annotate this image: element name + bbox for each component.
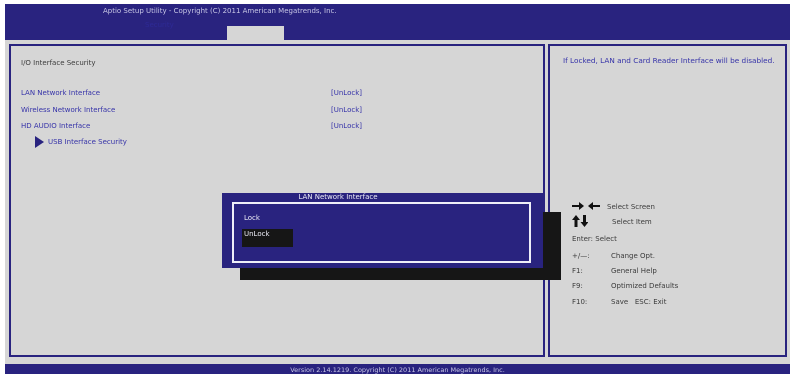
version-footer: Version 2.14.1219. Copyright (C) 2011 Am… [290,366,505,374]
general-help-key: F1: [572,267,583,275]
select-item-label: Select Item [612,218,652,226]
up-down-arrows-icon [572,215,588,227]
change-opt-key: +/—: [572,252,590,260]
select-screen-label: Select Screen [607,203,655,211]
usb-interface-security-link[interactable]: USB Interface Security [48,138,127,146]
hd-audio-interface-label[interactable]: HD AUDIO Interface [21,122,90,130]
left-right-arrows-icon [572,202,600,210]
save-exit-label: Save ESC: Exit [611,298,667,306]
dialog-title: LAN Network Interface [298,193,378,201]
lan-network-interface-value[interactable]: [UnLock] [331,89,362,97]
option-lock[interactable]: Lock [244,214,260,222]
optimized-defaults-label: Optimized Defaults [611,282,679,290]
wireless-network-interface-value[interactable]: [UnLock] [331,106,362,114]
change-opt-label: Change Opt. [611,252,655,260]
hd-audio-interface-value[interactable]: [UnLock] [331,122,362,130]
right-triangle-icon [35,136,44,148]
optimized-defaults-key: F9: [572,282,583,290]
enter-select-label: Enter: Select [572,235,617,243]
app-title: Aptio Setup Utility - Copyright (C) 2011… [103,7,337,15]
tab-security[interactable]: Security [145,21,174,29]
save-exit-key: F10: [572,298,588,306]
tab-active[interactable] [227,26,284,40]
lan-network-interface-label[interactable]: LAN Network Interface [21,89,100,97]
help-text: If Locked, LAN and Card Reader Interface… [563,56,775,65]
general-help-label: General Help [611,267,657,275]
section-title: I/O Interface Security [21,59,96,67]
wireless-network-interface-label[interactable]: Wireless Network Interface [21,106,115,114]
option-unlock[interactable]: UnLock [244,230,270,238]
